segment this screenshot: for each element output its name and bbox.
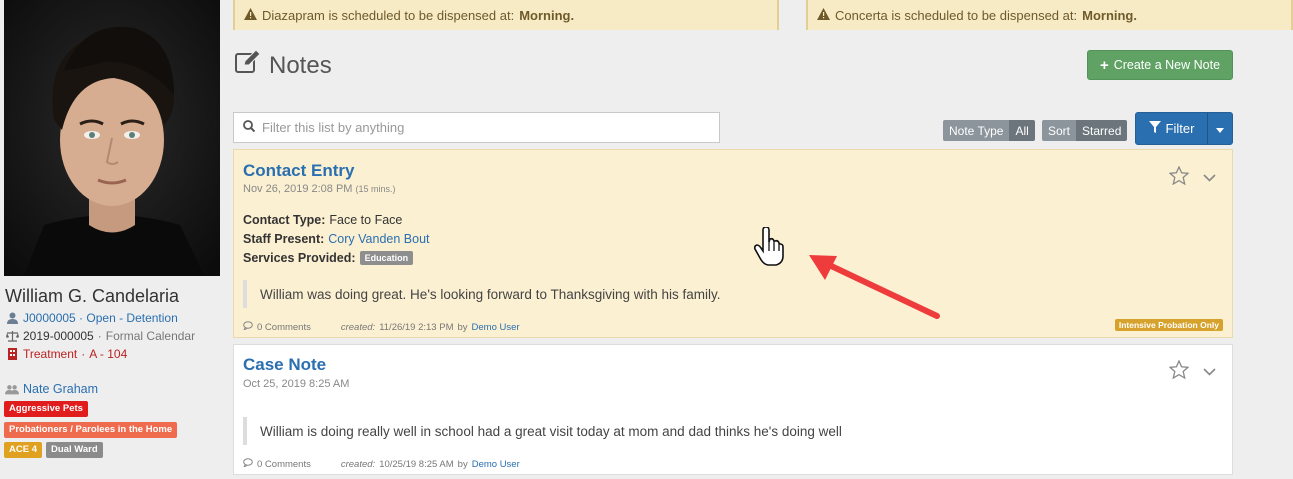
created-date: 10/25/19 8:25 AM — [379, 458, 454, 470]
note-card-contact-entry[interactable]: Contact Entry Nov 26, 2019 2:08 PM (15 m… — [233, 149, 1233, 338]
tag-dual-ward: Dual Ward — [46, 442, 103, 458]
tag-ace-4: ACE 4 — [4, 442, 42, 458]
user-icon — [5, 312, 19, 324]
caret-down-icon — [1216, 121, 1224, 136]
note-body: William is doing really well in school h… — [243, 417, 1223, 445]
filter-dropdown-toggle[interactable] — [1208, 113, 1232, 144]
note-footer: 0 Comments created: 10/25/19 8:25 AM by … — [242, 458, 520, 470]
warning-icon — [244, 7, 257, 23]
funnel-icon — [1148, 121, 1161, 136]
staff-link[interactable]: Nate Graham — [23, 382, 98, 396]
create-note-label: Create a New Note — [1113, 58, 1221, 72]
unit-line: Treatment · A - 104 — [5, 347, 127, 361]
case-id: J0000005 — [23, 311, 76, 325]
users-icon — [5, 384, 19, 395]
profile-photo — [4, 0, 220, 276]
intensive-probation-badge: Intensive Probation Only — [1114, 319, 1223, 331]
by-label: by — [457, 458, 468, 470]
note-date: Nov 26, 2019 2:08 PM (15 mins.) — [243, 183, 396, 195]
note-title[interactable]: Case Note — [243, 355, 326, 375]
search-input[interactable]: Filter this list by anything — [233, 112, 720, 143]
sort-selector[interactable]: Sort Starred — [1042, 120, 1128, 141]
tag-probationers-parolees: Probationers / Parolees in the Home — [4, 422, 178, 438]
unit-room: A - 104 — [89, 347, 128, 361]
chevron-down-icon[interactable] — [1203, 364, 1216, 379]
unit-name: Treatment — [23, 347, 78, 361]
filter-button[interactable]: Filter — [1135, 112, 1233, 145]
profile-name: William G. Candelaria — [5, 286, 180, 306]
staff-present-field: Staff Present: Cory Vanden Bout — [243, 232, 430, 246]
note-actions — [1168, 359, 1216, 382]
alert-time: Morning. — [1082, 7, 1137, 23]
alert-text: Diazapram is scheduled to be dispensed a… — [262, 7, 515, 23]
created-label: created: — [340, 458, 376, 470]
created-by-link[interactable]: Demo User — [472, 322, 520, 333]
staff-present-label: Staff Present: — [243, 232, 325, 246]
comments-link[interactable]: 0 Comments — [257, 459, 311, 470]
note-type-selector[interactable]: Note Type All — [943, 120, 1035, 141]
sort-label: Sort — [1042, 120, 1077, 141]
contact-type-field: Contact Type: Face to Face — [243, 213, 402, 227]
case-status: Open - Detention — [86, 311, 178, 325]
comment-icon — [242, 321, 253, 333]
contact-type-label: Contact Type: — [243, 213, 326, 227]
created-date: 11/26/19 2:13 PM — [379, 321, 454, 333]
search-icon — [243, 120, 256, 135]
calendar-line: 2019-000005 · Formal Calendar — [5, 329, 195, 343]
building-icon — [5, 348, 19, 360]
note-title[interactable]: Contact Entry — [243, 161, 354, 181]
note-date-value: Nov 26, 2019 2:08 PM — [243, 183, 353, 195]
comment-icon — [242, 458, 253, 470]
create-note-button[interactable]: + Create a New Note — [1087, 50, 1233, 80]
hand-cursor-icon — [753, 226, 784, 270]
services-label: Services Provided: — [243, 251, 356, 265]
red-arrow-annotation — [805, 250, 945, 328]
by-label: by — [457, 321, 468, 333]
contact-type-value: Face to Face — [329, 213, 403, 227]
services-field: Services Provided: Education — [243, 251, 414, 265]
warning-icon — [817, 7, 830, 23]
staff-present-link[interactable]: Cory Vanden Bout — [328, 232, 429, 246]
tag-aggressive-pets: Aggressive Pets — [4, 401, 88, 417]
search-placeholder: Filter this list by anything — [262, 120, 405, 135]
sort-value: Starred — [1076, 120, 1128, 141]
comments-link[interactable]: 0 Comments — [257, 322, 311, 333]
calendar-id: 2019-000005 — [23, 329, 94, 343]
calendar-type: Formal Calendar — [105, 329, 196, 343]
service-badge: Education — [359, 251, 414, 265]
staff-line: Nate Graham — [5, 382, 98, 396]
scale-icon — [5, 330, 19, 342]
filter-main[interactable]: Filter — [1136, 113, 1208, 144]
filter-label: Filter — [1165, 121, 1195, 136]
case-link[interactable]: J0000005 · Open - Detention — [23, 311, 178, 325]
plus-icon: + — [1099, 56, 1109, 74]
alert-text: Concerta is scheduled to be dispensed at… — [835, 7, 1078, 23]
note-date: Oct 25, 2019 8:25 AM — [243, 378, 350, 390]
case-line: J0000005 · Open - Detention — [5, 311, 178, 325]
chevron-down-icon[interactable] — [1203, 170, 1216, 185]
notes-heading: Notes — [235, 49, 332, 81]
star-icon[interactable] — [1168, 165, 1190, 188]
note-card-case-note[interactable]: Case Note Oct 25, 2019 8:25 AM William i… — [233, 344, 1233, 475]
alert-time: Morning. — [519, 7, 575, 23]
note-type-label: Note Type — [943, 120, 1010, 141]
medication-alert-1: Diazapram is scheduled to be dispensed a… — [233, 0, 779, 30]
edit-icon — [235, 49, 261, 81]
created-by-link[interactable]: Demo User — [472, 459, 520, 470]
created-label: created: — [340, 321, 376, 333]
note-duration: (15 mins.) — [355, 184, 396, 194]
note-footer: 0 Comments created: 11/26/19 2:13 PM by … — [242, 321, 520, 333]
note-actions — [1168, 165, 1216, 188]
note-body: William was doing great. He's looking fo… — [243, 280, 1223, 308]
medication-alert-2: Concerta is scheduled to be dispensed at… — [806, 0, 1293, 30]
note-type-value: All — [1009, 120, 1035, 141]
star-icon[interactable] — [1168, 359, 1190, 382]
page-title: Notes — [269, 51, 332, 79]
